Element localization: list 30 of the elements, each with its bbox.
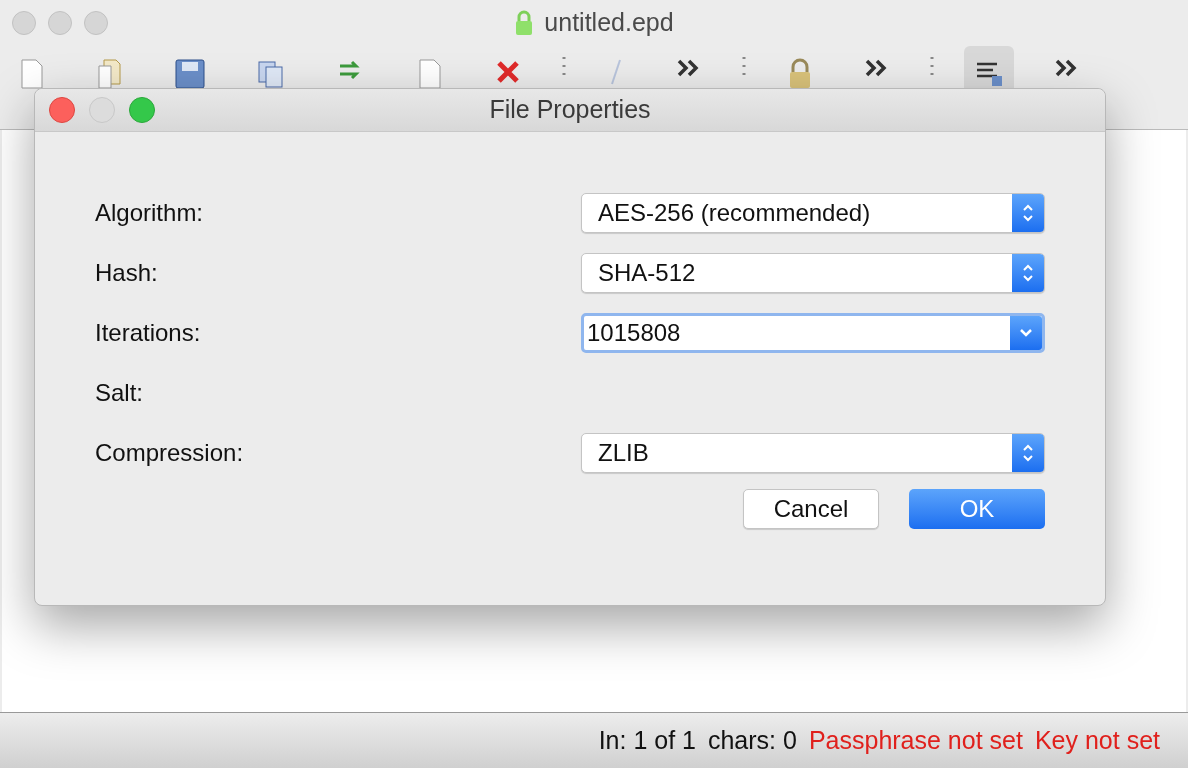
status-text: chars: 0 [707, 724, 797, 756]
field-label: Salt: [95, 378, 145, 408]
documents-icon [96, 58, 124, 90]
minimize-button[interactable] [89, 97, 115, 123]
lock-icon [514, 10, 535, 36]
floppy-icon [174, 58, 206, 90]
cancel-button[interactable]: Cancel [743, 489, 879, 529]
zoom-button[interactable] [129, 97, 155, 123]
chevron-down-icon [1019, 328, 1033, 338]
window-title: untitled.epd [544, 7, 674, 39]
document-icon [416, 58, 444, 90]
field-label: Algorithm: [95, 198, 205, 228]
window-control[interactable] [84, 11, 108, 35]
close-button[interactable] [49, 97, 75, 123]
field-label: Hash: [95, 258, 159, 288]
field-label: Compression: [95, 438, 245, 468]
document-icon [18, 58, 46, 90]
combo-field[interactable]: 1015808 [581, 313, 1045, 353]
copy-icon [256, 58, 286, 90]
select-field[interactable]: ZLIB [581, 433, 1045, 473]
field-label: Iterations: [95, 318, 202, 348]
window-control[interactable] [12, 11, 36, 35]
window-control[interactable] [48, 11, 72, 35]
select-field[interactable]: AES-256 (recommended) [581, 193, 1045, 233]
toolbar-button[interactable] [964, 46, 1014, 88]
status-text: Passphrase not set [808, 724, 1023, 756]
status-text: Key not set [1034, 724, 1160, 756]
select-field[interactable]: SHA-512 [581, 253, 1045, 293]
status-text: In: 1 of 1 [598, 724, 696, 756]
dialog-title: File Properties [489, 94, 651, 126]
